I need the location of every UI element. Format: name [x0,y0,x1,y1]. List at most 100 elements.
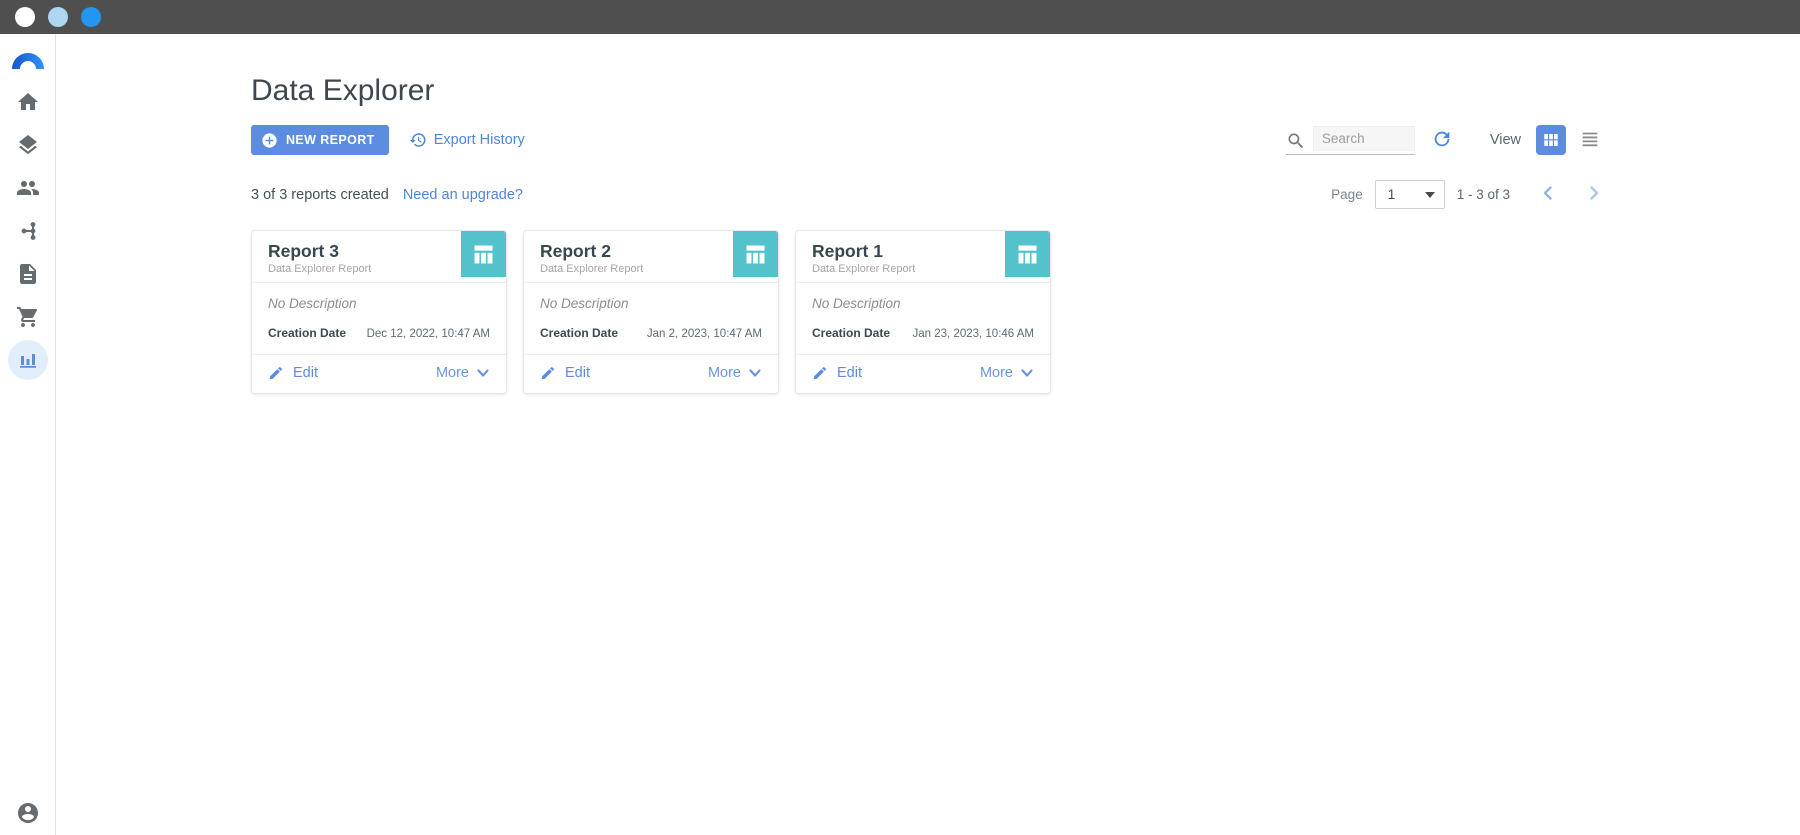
home-icon [17,93,38,110]
sidebar-item-layers[interactable] [8,133,48,157]
edit-button[interactable]: Edit [540,365,590,381]
pagination: Page 1 1 - 3 of 3 [1331,180,1602,209]
pencil-icon [270,367,283,380]
sidebar-nav [7,90,48,380]
sidebar-item-people[interactable] [8,176,48,200]
report-type-badge [461,231,506,277]
history-icon [409,133,426,147]
window-dot-blue[interactable] [81,7,101,27]
table-chart-icon [474,245,493,263]
edit-label: Edit [293,365,318,382]
more-button[interactable]: More [980,365,1034,381]
report-type: Data Explorer Report [268,263,372,276]
creation-date-value: Jan 23, 2023, 10:46 AM [912,328,1034,341]
reports-status: 3 of 3 reports created Need an upgrade? [251,187,523,203]
sidebar-item-home[interactable] [8,90,48,114]
page-select-value: 1 [1387,187,1396,202]
export-history-label: Export History [433,132,525,148]
creation-date-row: Creation Date Dec 12, 2022, 10:47 AM [268,326,490,340]
sidebar-item-pipeline[interactable] [8,219,48,243]
caret-down-icon [1424,191,1435,198]
report-type-badge [733,231,778,277]
report-title: Report 3 [268,241,339,261]
sidebar-item-cart[interactable] [8,305,48,329]
creation-date-value: Dec 12, 2022, 10:47 AM [366,328,490,341]
reports-created-text: 3 of 3 reports created [251,186,389,203]
more-label: More [435,365,469,382]
sidebar-item-data-explorer[interactable] [7,340,48,380]
next-page-button[interactable] [1586,185,1602,204]
search-input[interactable] [1312,125,1415,151]
report-type-badge [1005,231,1050,277]
list-view-button[interactable] [1578,128,1602,152]
report-description: No Description [540,296,629,312]
app-logo-icon[interactable] [10,50,46,72]
new-report-button[interactable]: NEW REPORT [251,125,389,155]
creation-date-row: Creation Date Jan 2, 2023, 10:47 AM [540,326,762,340]
edit-button[interactable]: Edit [268,365,318,381]
page-title: Data Explorer [251,74,435,107]
refresh-button[interactable] [1430,128,1454,152]
report-title: Report 2 [540,241,611,261]
info-row: 3 of 3 reports created Need an upgrade? … [56,180,1800,209]
report-card-grid: Report 3 Data Explorer Report No Descrip… [56,230,1800,395]
page-range-text: 1 - 3 of 3 [1456,187,1510,202]
creation-date-value: Jan 2, 2023, 10:47 AM [646,328,762,341]
more-label: More [979,365,1013,382]
window-titlebar [0,0,1800,34]
more-button[interactable]: More [436,365,490,381]
chevron-down-icon [1021,369,1033,377]
creation-date-row: Creation Date Jan 23, 2023, 10:46 AM [812,326,1034,340]
more-label: More [707,365,741,382]
card-body: No Description Creation Date Jan 2, 2023… [524,283,778,356]
edit-button[interactable]: Edit [812,365,862,381]
card-footer: Edit More [796,355,1050,393]
actions-row: NEW REPORT Export History View [56,125,1800,155]
window-dot-white[interactable] [15,7,35,27]
report-type: Data Explorer Report [540,263,644,276]
report-description: No Description [812,296,901,312]
chevron-down-icon [749,369,761,377]
page-select[interactable]: 1 [1374,180,1445,209]
card-header: Report 1 Data Explorer Report [796,231,1050,284]
main-content: Data Explorer NEW REPORT Export History [56,34,1800,835]
card-header: Report 2 Data Explorer Report [524,231,778,284]
view-label: View [1489,132,1521,148]
table-chart-icon [746,245,765,263]
sidebar-item-account[interactable] [8,801,48,825]
cart-icon [16,307,37,327]
layers-icon [18,135,37,155]
actions-right: View [1285,125,1602,155]
card-header: Report 3 Data Explorer Report [252,231,506,284]
report-card: Report 2 Data Explorer Report No Descrip… [523,230,779,395]
pipeline-icon [21,222,35,240]
search-icon [1288,133,1303,148]
sidebar-item-document[interactable] [8,262,48,286]
sidebar [0,34,56,835]
card-footer: Edit More [252,355,506,393]
grid-view-icon [1544,134,1558,146]
more-button[interactable]: More [708,365,762,381]
refresh-icon [1434,131,1450,147]
creation-date-label: Creation Date [540,326,619,341]
account-icon [17,803,38,823]
upgrade-link[interactable]: Need an upgrade? [403,187,523,203]
creation-date-label: Creation Date [268,326,347,341]
report-type: Data Explorer Report [812,263,916,276]
report-description: No Description [268,296,357,312]
export-history-link[interactable]: Export History [409,131,525,149]
chevron-down-icon [477,369,489,377]
creation-date-label: Creation Date [812,326,891,341]
pencil-icon [814,367,827,380]
document-icon [19,264,36,284]
report-card: Report 3 Data Explorer Report No Descrip… [251,230,507,395]
window-dot-lightblue[interactable] [48,7,68,27]
edit-label: Edit [565,365,590,382]
report-card: Report 1 Data Explorer Report No Descrip… [795,230,1051,395]
report-title: Report 1 [812,241,883,261]
new-report-label: NEW REPORT [286,133,375,147]
grid-view-button[interactable] [1536,125,1566,155]
chevron-left-icon [1543,186,1552,200]
chevron-right-icon [1590,186,1599,200]
prev-page-button[interactable] [1540,185,1556,204]
